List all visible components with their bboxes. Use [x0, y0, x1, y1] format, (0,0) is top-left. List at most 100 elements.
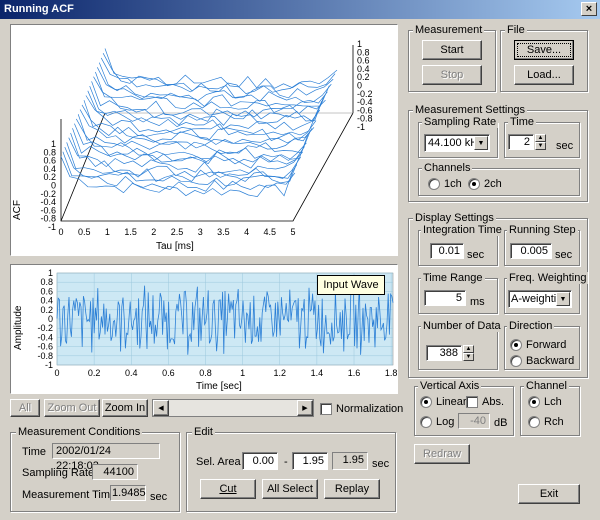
window-title: Running ACF	[4, 3, 74, 15]
acf-right-tick-label: -1	[357, 122, 365, 132]
direction-forward-radio[interactable]	[510, 339, 522, 351]
wave-x-tick-label: 1.6	[348, 368, 361, 378]
time-spinner[interactable]: ▲ ▼	[535, 134, 546, 150]
running-step-unit: sec	[555, 249, 573, 261]
sel-area-unit: sec	[372, 458, 390, 470]
cut-button[interactable]: Cut	[200, 479, 256, 499]
acf-x-tick-label: 3.5	[217, 227, 230, 237]
wave-y-tick-label: -1	[45, 360, 53, 370]
time-range-title: Time Range	[421, 272, 485, 284]
right-arrow-icon: ▶	[302, 405, 308, 412]
number-of-data-field[interactable]: 388	[426, 345, 462, 361]
integration-time-unit: sec	[467, 249, 485, 261]
wave-plot-panel: 1 0.8 0.6 0.4 0.2 0 -0.2 -0.4 -0.6 -0.8 -1 0 0.2 0.4…	[10, 264, 398, 394]
acf-plot-panel: 1 0.8 0.6 0.4 0.2 0 -0.2 -0.4 -0.6 -0.8 -1 1 0.8 0.6…	[10, 24, 398, 256]
spin-up-icon[interactable]: ▲	[535, 134, 546, 142]
wave-x-tick-label: 1.8	[385, 368, 397, 378]
spin-down-icon[interactable]: ▼	[535, 142, 546, 150]
measurement-time-value-text: 1.9485	[112, 487, 146, 499]
acf-series-line	[104, 48, 338, 89]
vertical-axis-linear-label: Linear	[436, 396, 467, 408]
edit-group	[186, 432, 396, 512]
vertical-axis-linear-radio[interactable]	[420, 396, 432, 408]
exit-button[interactable]: Exit	[518, 484, 580, 504]
measurement-settings-title: Measurement Settings	[413, 104, 528, 116]
measurement-time-value: 1.9485	[110, 485, 146, 501]
sel-area-dash: -	[284, 456, 288, 468]
integration-time-field[interactable]: 0.01	[430, 243, 464, 259]
acf-x-tick-label: 0.5	[78, 227, 91, 237]
running-step-title: Running Step	[507, 224, 578, 236]
sel-area-to-field[interactable]: 1.95	[292, 452, 328, 470]
zoom-out-button[interactable]: Zoom Out	[44, 399, 100, 417]
scroll-left-arrow[interactable]: ◀	[153, 400, 169, 416]
normalization-checkbox[interactable]	[320, 403, 332, 415]
chevron-down-icon[interactable]: ▼	[474, 136, 488, 150]
spin-up-icon[interactable]: ▲	[463, 345, 474, 353]
acf-x-tick-label: 0	[58, 227, 63, 237]
time-range-field-text: 5	[455, 292, 462, 304]
close-button[interactable]: ×	[581, 2, 597, 16]
acf-x-tick-label: 2	[151, 227, 156, 237]
wave-x-axis-label: Time [sec]	[196, 381, 242, 392]
sel-area-from-field[interactable]: 0.00	[242, 452, 278, 470]
time-field[interactable]: 2	[508, 134, 534, 150]
sampling-rate-dropdown[interactable]: 44.100 kHz ▼	[424, 134, 490, 152]
vertical-axis-log-field[interactable]: -40	[458, 413, 490, 429]
acf-x-axis-label: Tau [ms]	[156, 241, 194, 252]
sampling-rate-value: 44100	[92, 464, 138, 480]
wave-x-tick-label: 0.4	[125, 368, 138, 378]
channel-1ch-radio[interactable]	[428, 178, 440, 190]
left-arrow-icon: ◀	[158, 405, 164, 412]
load-button[interactable]: Load...	[514, 65, 574, 85]
acf-series-line	[77, 114, 311, 154]
chevron-down-icon[interactable]: ▼	[556, 292, 570, 306]
integration-time-title: Integration Time	[421, 224, 504, 236]
all-select-button[interactable]: All Select	[262, 479, 318, 499]
acf-series-line	[64, 146, 298, 187]
channel-2ch-radio[interactable]	[468, 178, 480, 190]
scroll-right-arrow[interactable]: ▶	[297, 400, 313, 416]
spin-down-icon[interactable]: ▼	[463, 353, 474, 361]
vertical-axis-log-radio[interactable]	[420, 416, 432, 428]
zoom-in-button[interactable]: Zoom In	[102, 399, 148, 417]
channel-1ch-label: 1ch	[444, 178, 462, 190]
number-of-data-field-text: 388	[439, 347, 458, 359]
time-range-field[interactable]: 5	[424, 290, 466, 306]
direction-forward-label: Forward	[526, 339, 567, 351]
wave-x-tick-label: 1.4	[311, 368, 324, 378]
measurement-conditions-title: Measurement Conditions	[16, 426, 143, 438]
sel-area-label: Sel. Area	[196, 456, 241, 468]
channel-lch-radio[interactable]	[528, 396, 540, 408]
running-step-field[interactable]: 0.005	[510, 243, 552, 259]
stop-button[interactable]: Stop	[422, 65, 482, 85]
tooltip-text: Input Wave	[323, 279, 379, 291]
direction-backward-radio[interactable]	[510, 355, 522, 367]
vertical-axis-abs-checkbox[interactable]	[466, 396, 478, 408]
time-label: Time	[22, 446, 47, 458]
zoom-all-button[interactable]: All	[10, 399, 40, 417]
wave-x-tick-label: 1	[240, 368, 245, 378]
number-of-data-spinner[interactable]: ▲ ▼	[463, 345, 474, 361]
vertical-axis-log-label: Log	[436, 416, 455, 428]
acf-plot: 10.80.60.40.20-0.2-0.4-0.6-0.8-1 10.80.6…	[12, 39, 373, 252]
acf-left-tick-label: -1	[48, 222, 56, 232]
normalization-label: Normalization	[336, 403, 404, 415]
file-title: File	[505, 24, 527, 36]
sel-area-length-text: 1.95	[342, 454, 364, 466]
start-button[interactable]: Start	[422, 40, 482, 60]
channel-rch-radio[interactable]	[528, 416, 540, 428]
replay-button[interactable]: Replay	[324, 479, 380, 499]
redraw-button[interactable]: Redraw	[414, 444, 470, 464]
vertical-axis-title: Vertical Axis	[418, 380, 482, 392]
channel-rch-label: Rch	[544, 416, 564, 428]
freq-weighting-dropdown[interactable]: A-weighting ▼	[508, 290, 572, 308]
save-button[interactable]: Save...	[514, 40, 574, 60]
wave-x-tick-label: 1.2	[274, 368, 287, 378]
wave-x-tick-label: 0.8	[199, 368, 212, 378]
acf-y-axis-label: ACF	[12, 200, 23, 220]
horizontal-scrollbar[interactable]: ◀ ▶	[152, 399, 314, 417]
wave-x-tick-label: 0	[54, 368, 59, 378]
wave-x-tick-label: 0.6	[162, 368, 175, 378]
channel-title: Channel	[524, 380, 569, 392]
